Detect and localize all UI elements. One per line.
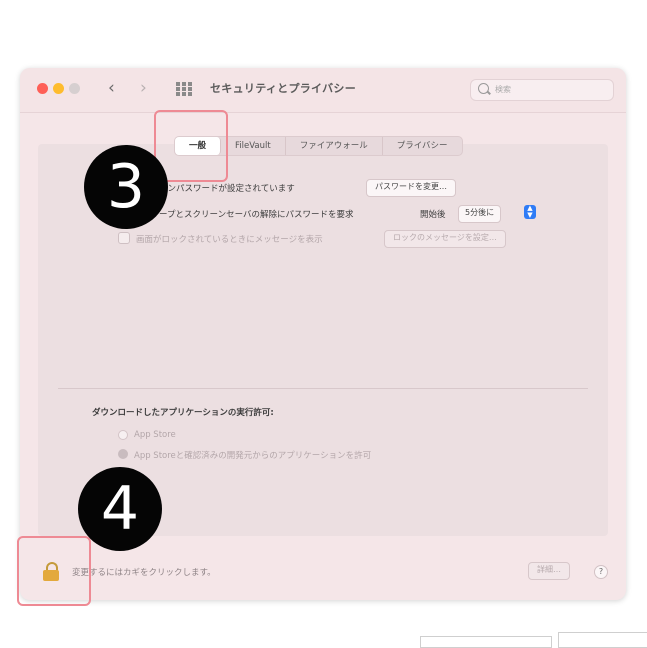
bottom-frame-right bbox=[558, 632, 647, 648]
lock-message-label: 画面がロックされているときにメッセージを表示 bbox=[136, 235, 323, 245]
zoom-window-button[interactable] bbox=[69, 83, 80, 94]
identified-developers-radio[interactable] bbox=[118, 449, 128, 459]
require-password-label: スリープとスクリーンセーバの解除にパスワードを要求 bbox=[142, 210, 354, 220]
advanced-button[interactable]: 詳細… bbox=[528, 562, 570, 580]
show-all-grid-icon[interactable] bbox=[176, 82, 192, 96]
lock-highlight bbox=[17, 536, 91, 606]
search-placeholder: 検索 bbox=[495, 85, 511, 94]
window-title: セキュリティとプライバシー bbox=[210, 82, 357, 95]
lock-message-checkbox[interactable] bbox=[118, 232, 130, 244]
lock-message-button[interactable]: ロックのメッセージを設定… bbox=[384, 230, 506, 248]
title-bar: ‹ › セキュリティとプライバシー 検索 bbox=[20, 68, 626, 113]
section-divider bbox=[58, 388, 588, 389]
app-store-option-label: App Store bbox=[134, 430, 176, 440]
identified-developers-option-label: App Storeと確認済みの開発元からのアプリケーションを許可 bbox=[134, 451, 372, 461]
app-store-radio[interactable] bbox=[118, 430, 128, 440]
require-timing-label: 開始後 bbox=[420, 210, 446, 220]
tab-firewall[interactable]: ファイアウォール bbox=[286, 137, 383, 155]
forward-button[interactable]: › bbox=[140, 78, 147, 98]
require-timing-select[interactable]: 5分後に bbox=[458, 205, 502, 223]
help-button[interactable]: ? bbox=[594, 565, 608, 579]
lock-hint-text: 変更するにはカギをクリックします。 bbox=[72, 568, 216, 578]
step-4-badge: 4 bbox=[78, 467, 162, 551]
bottom-frame-left bbox=[420, 636, 552, 648]
change-password-button[interactable]: パスワードを変更… bbox=[366, 179, 456, 197]
search-field[interactable]: 検索 bbox=[470, 79, 614, 101]
step-3-badge: 3 bbox=[84, 145, 168, 229]
close-window-button[interactable] bbox=[37, 83, 48, 94]
downloads-heading: ダウンロードしたアプリケーションの実行許可: bbox=[92, 408, 274, 418]
tab-filevault[interactable]: FileVault bbox=[221, 137, 286, 155]
tab-privacy[interactable]: プライバシー bbox=[383, 137, 462, 155]
back-button[interactable]: ‹ bbox=[108, 78, 115, 98]
search-icon bbox=[478, 83, 489, 94]
require-timing-stepper[interactable]: ▲ ▼ bbox=[524, 205, 536, 219]
minimize-window-button[interactable] bbox=[53, 83, 64, 94]
